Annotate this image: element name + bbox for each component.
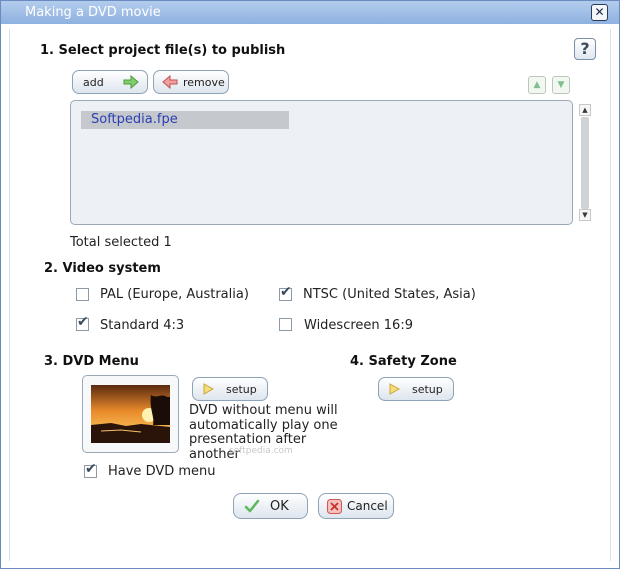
pal-label: PAL (Europe, Australia)	[100, 287, 249, 302]
section2-heading: 2. Video system	[44, 261, 161, 276]
checkmark-icon	[244, 499, 260, 513]
triangle-up-icon: ▲	[533, 80, 541, 90]
dvd-menu-setup-label: setup	[226, 383, 257, 396]
title-bar: Making a DVD movie ✕	[1, 1, 619, 24]
scroll-down-button[interactable]: ▼	[579, 209, 591, 221]
pal-checkbox[interactable]	[76, 288, 89, 301]
arrow-right-icon	[123, 75, 139, 89]
have-dvd-menu-checkbox[interactable]: ✔	[84, 461, 97, 478]
list-item[interactable]: Softpedia.fpe	[81, 111, 289, 129]
window-title: Making a DVD movie	[25, 5, 161, 20]
ok-button[interactable]: OK	[233, 493, 308, 519]
have-dvd-menu-label: Have DVD menu	[108, 464, 216, 479]
checkmark-icon: ✔	[280, 284, 292, 300]
move-up-button[interactable]: ▲	[528, 76, 546, 94]
remove-button-label: remove	[183, 76, 225, 89]
standard-label: Standard 4:3	[100, 318, 185, 333]
section1-heading: 1. Select project file(s) to publish	[40, 43, 286, 58]
cancel-x-icon	[327, 499, 342, 514]
sunset-thumbnail-image	[91, 385, 170, 443]
triangle-down-icon: ▼	[557, 80, 565, 90]
dialog-window: Making a DVD movie ✕ 1. Select project f…	[0, 0, 620, 569]
standard-checkbox[interactable]: ✔	[76, 314, 89, 331]
close-button[interactable]: ✕	[591, 4, 608, 21]
ntsc-label: NTSC (United States, Asia)	[303, 287, 476, 302]
ok-button-label: OK	[270, 499, 289, 514]
scroll-up-button[interactable]: ▲	[579, 104, 591, 116]
cancel-button-label: Cancel	[347, 499, 388, 513]
list-scrollbar[interactable]: ▲ ▼	[579, 104, 591, 221]
dvd-menu-setup-button[interactable]: setup	[192, 377, 268, 401]
safety-zone-setup-label: setup	[412, 383, 443, 396]
triangle-up-icon: ▲	[582, 106, 588, 114]
widescreen-checkbox[interactable]	[279, 318, 292, 331]
question-icon: ?	[580, 39, 590, 58]
file-list[interactable]: Softpedia.fpe	[70, 100, 573, 225]
ntsc-checkbox[interactable]: ✔	[279, 284, 292, 301]
help-button[interactable]: ?	[574, 38, 596, 60]
total-selected-label: Total selected 1	[70, 235, 172, 250]
cancel-button[interactable]: Cancel	[318, 493, 394, 519]
widescreen-label: Widescreen 16:9	[304, 318, 413, 333]
play-icon	[203, 383, 214, 395]
dvd-menu-preview	[82, 375, 179, 453]
add-button[interactable]: add	[72, 70, 148, 94]
section4-heading: 4. Safety Zone	[350, 354, 457, 369]
move-down-button[interactable]: ▼	[552, 76, 570, 94]
section3-heading: 3. DVD Menu	[44, 354, 139, 369]
add-button-label: add	[83, 76, 104, 89]
arrow-left-icon	[162, 75, 178, 89]
checkmark-icon: ✔	[85, 461, 97, 477]
checkmark-icon: ✔	[77, 314, 89, 330]
close-icon: ✕	[594, 5, 605, 19]
scroll-track[interactable]	[581, 117, 589, 209]
safety-zone-setup-button[interactable]: setup	[378, 377, 454, 401]
remove-button[interactable]: remove	[153, 70, 229, 94]
play-icon	[389, 383, 400, 395]
triangle-down-icon: ▼	[582, 211, 588, 219]
softpedia-watermark: softpedia.com	[229, 446, 293, 456]
